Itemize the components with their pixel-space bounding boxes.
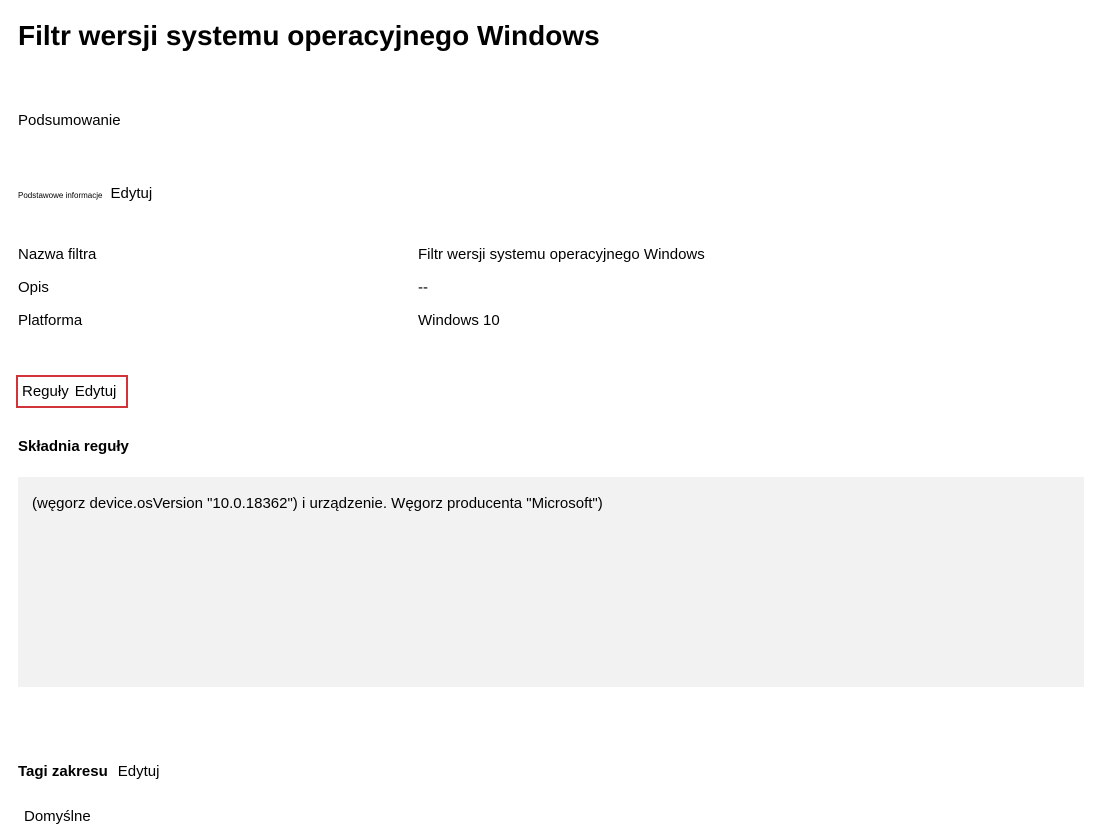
info-row-platform: Platforma Windows 10 (18, 312, 1084, 329)
rule-syntax-content: (węgorz device.osVersion "10.0.18362") i… (32, 495, 603, 512)
scope-tags-edit-link[interactable]: Edytuj (118, 763, 160, 780)
description-label: Opis (18, 279, 418, 296)
filter-name-label: Nazwa filtra (18, 246, 418, 263)
rules-section-header: Reguły Edytuj (16, 375, 128, 408)
filter-name-value: Filtr wersji systemu operacyjnego Window… (418, 246, 705, 263)
rules-label: Reguły (22, 383, 69, 400)
info-row-description: Opis -- (18, 279, 1084, 296)
platform-value: Windows 10 (418, 312, 500, 329)
scope-tags-label: Tagi zakresu (18, 763, 108, 780)
rules-edit-link[interactable]: Edytuj (75, 383, 117, 400)
description-value: -- (418, 279, 428, 296)
basics-edit-link[interactable]: Edytuj (110, 185, 152, 202)
platform-label: Platforma (18, 312, 418, 329)
rule-syntax-box: (węgorz device.osVersion "10.0.18362") i… (18, 477, 1084, 687)
basics-info-grid: Nazwa filtra Filtr wersji systemu operac… (18, 246, 1084, 329)
scope-tags-header: Tagi zakresu Edytuj (18, 763, 1084, 780)
rule-syntax-title: Składnia reguły (18, 438, 1084, 455)
summary-label: Podsumowanie (18, 112, 1084, 129)
basics-section-header: Podstawowe informacje Edytuj (18, 185, 1084, 202)
scope-tag-value: Domyślne (18, 808, 1084, 825)
info-row-filter-name: Nazwa filtra Filtr wersji systemu operac… (18, 246, 1084, 263)
page-title: Filtr wersji systemu operacyjnego Window… (18, 20, 1084, 52)
basics-label: Podstawowe informacje (18, 191, 102, 200)
